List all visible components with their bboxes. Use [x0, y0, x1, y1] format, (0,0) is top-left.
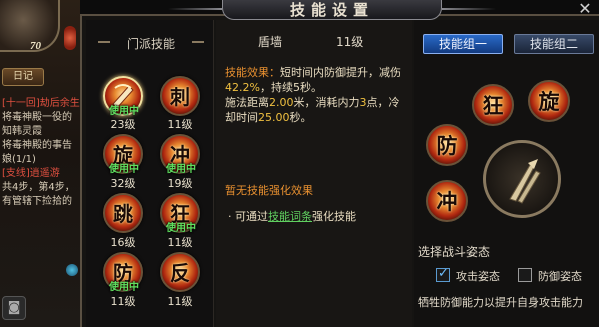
- title-frame: 技能设置: [222, 0, 442, 20]
- skill-group-1-button[interactable]: 技能组一: [423, 34, 503, 54]
- skill-level: 32级: [110, 177, 136, 190]
- skill-glyph: 狂: [482, 93, 504, 118]
- skill-entry-link[interactable]: 技能词条: [268, 210, 312, 223]
- attack-stance-checkbox[interactable]: [436, 266, 450, 282]
- stance-description: 牺牲防御能力以提升自身攻击能力: [418, 296, 583, 309]
- cast-line: 施法距离2.00米，消耗内力3点，冷: [225, 94, 400, 110]
- player-level: 70: [30, 40, 41, 52]
- skill-glyph: 防: [436, 133, 458, 158]
- skill-icon-spin[interactable]: 旋 使用中: [103, 134, 143, 175]
- in-use-badge: 使用中: [109, 164, 139, 175]
- equipped-slot[interactable]: 防: [426, 124, 468, 166]
- defense-stance-option[interactable]: 防御姿态: [518, 268, 588, 284]
- sect-skills-header-label: 门派技能: [126, 37, 175, 51]
- claw-attack-icon: [509, 159, 541, 204]
- attack-stance-label[interactable]: 攻击姿态: [456, 268, 500, 284]
- quest-line[interactable]: 有管辖下捡拾的: [2, 192, 72, 207]
- effect-percent: 42.2%: [225, 81, 260, 94]
- skill-level: 23级: [110, 118, 136, 131]
- cd-suffix: 秒。: [289, 111, 312, 124]
- cast-mid: 米，消耗内力: [293, 96, 360, 109]
- skill-icon-leap[interactable]: 跳: [103, 193, 143, 233]
- in-use-badge: 使用中: [166, 164, 196, 175]
- skill-glyph: 反: [170, 261, 190, 285]
- effect-text: 短时间内防御提升，减伤: [280, 66, 401, 79]
- quest-tab-button[interactable]: 日记: [2, 68, 44, 86]
- effect-label: 技能效果：: [225, 66, 280, 79]
- cast-distance: 2.00: [269, 96, 294, 109]
- skill-level: 11级: [110, 295, 136, 308]
- cast-prefix: 施法距离: [225, 96, 269, 109]
- skill-group-2-button[interactable]: 技能组二: [514, 34, 594, 54]
- lantern-icon[interactable]: [64, 26, 76, 50]
- skill-icon-rage[interactable]: 狂 使用中: [160, 193, 200, 234]
- cd-prefix: 却时间: [225, 111, 258, 124]
- defense-stance-label[interactable]: 防御姿态: [538, 268, 582, 284]
- skill-icon-shield-wall[interactable]: 使用中: [103, 76, 143, 117]
- cd-value: 25.00: [258, 111, 290, 124]
- skill-glyph: 旋: [538, 89, 560, 114]
- defense-stance-checkbox[interactable]: [518, 268, 532, 282]
- skill-glyph: 跳: [113, 202, 133, 226]
- effect-line-1: 技能效果：短时间内防御提升，减伤: [225, 64, 401, 80]
- enhance-suffix: 强化技能: [312, 210, 356, 223]
- skill-icon-charge[interactable]: 冲 使用中: [160, 134, 200, 175]
- title-ornament: [442, 8, 496, 10]
- skill-level: 11级: [167, 118, 193, 131]
- skill-icon-stab[interactable]: 刺: [160, 76, 200, 116]
- enhance-prefix: · 可通过: [228, 210, 268, 223]
- skill-level: 16级: [110, 236, 136, 249]
- sect-skills-header: 门派技能: [96, 33, 206, 51]
- camera-icon[interactable]: ◙: [2, 296, 26, 320]
- basic-attack-slot[interactable]: [483, 140, 561, 218]
- quest-line[interactable]: 娘(1/1): [2, 150, 36, 165]
- close-button[interactable]: ✕: [574, 0, 596, 20]
- skill-icon-counter[interactable]: 反: [160, 252, 200, 292]
- skill-glyph: 刺: [170, 85, 190, 109]
- attack-stance-option[interactable]: 攻击姿态: [436, 266, 506, 284]
- effect-duration: ，持续5秒。: [259, 81, 322, 94]
- quest-line[interactable]: [十一回]劫后余生: [2, 94, 80, 109]
- no-enhance-text: 暂无技能强化效果: [225, 184, 313, 197]
- cast-suffix: 点，冷: [366, 96, 400, 109]
- cooldown-line: 却时间25.00秒。: [225, 109, 312, 125]
- equipped-slot[interactable]: 旋: [528, 80, 570, 122]
- detail-skill-name: 盾墙: [258, 35, 283, 49]
- quest-line[interactable]: [支线]逍遥游: [2, 164, 60, 179]
- equipped-slot[interactable]: 狂: [472, 84, 514, 126]
- in-use-badge: 使用中: [166, 223, 196, 234]
- skill-level: 19级: [167, 177, 193, 190]
- skill-level: 11级: [167, 295, 193, 308]
- quest-line[interactable]: 知韩灵霞: [2, 122, 42, 137]
- quest-line[interactable]: 将毒神殿的事告: [2, 136, 72, 151]
- equipped-slot[interactable]: 冲: [426, 180, 468, 222]
- in-use-badge: 使用中: [109, 106, 139, 117]
- bubble-icon[interactable]: [66, 264, 78, 276]
- in-use-badge: 使用中: [109, 282, 139, 293]
- skill-glyph: 冲: [436, 189, 458, 214]
- quest-line[interactable]: 将毒神殿一役的: [2, 108, 72, 123]
- window-title: 技能设置: [289, 1, 374, 19]
- skill-level: 11级: [167, 236, 193, 249]
- effect-line-2: 42.2%，持续5秒。: [225, 79, 322, 95]
- stance-title: 选择战斗姿态: [418, 245, 491, 259]
- skill-icon-defend[interactable]: 防 使用中: [103, 252, 143, 293]
- title-ornament: [168, 8, 222, 10]
- cast-mana: 3: [359, 96, 367, 109]
- enhance-hint: · 可通过技能词条强化技能: [228, 208, 356, 224]
- detail-skill-level: 11级: [336, 35, 364, 49]
- quest-line[interactable]: 共4步，第4步，: [2, 178, 75, 193]
